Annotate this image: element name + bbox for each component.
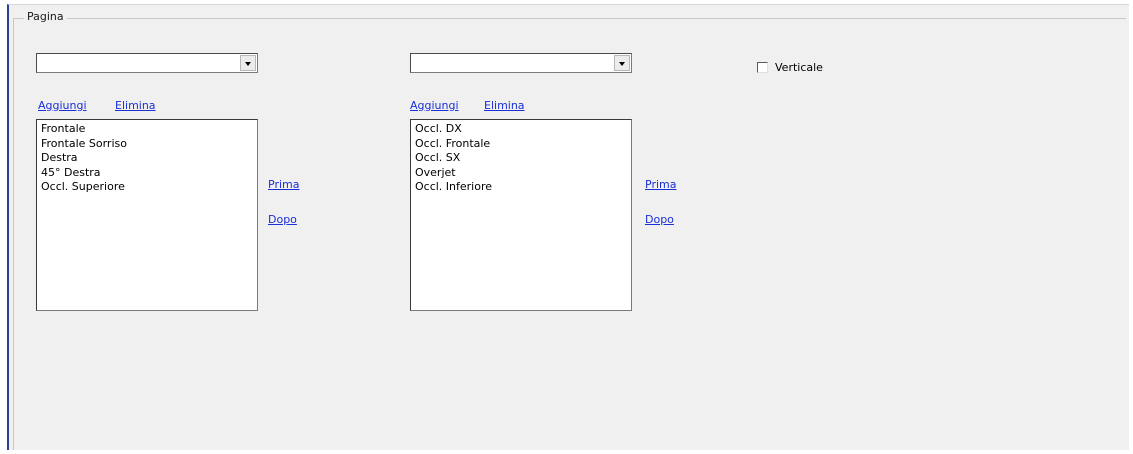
left-page-combo[interactable] [36,53,258,73]
right-add-link[interactable]: Aggiungi [410,99,459,112]
right-move-before-link[interactable]: Prima [645,178,676,191]
list-item[interactable]: 45° Destra [41,166,257,181]
vertical-checkbox[interactable] [757,62,768,73]
list-item[interactable]: Occl. Inferiore [415,180,631,195]
right-photo-list[interactable]: Occl. DX Occl. Frontale Occl. SX Overjet… [410,119,632,311]
list-item[interactable]: Occl. Frontale [415,137,631,152]
chevron-down-icon[interactable] [240,55,256,71]
right-page-combo[interactable] [410,53,632,73]
vertical-checkbox-label[interactable]: Verticale [775,61,823,74]
left-move-after-link[interactable]: Dopo [268,213,297,226]
list-item[interactable]: Occl. DX [415,122,631,137]
list-item[interactable]: Frontale Sorriso [41,137,257,152]
left-add-link[interactable]: Aggiungi [38,99,87,112]
list-item[interactable]: Frontale [41,122,257,137]
list-item[interactable]: Destra [41,151,257,166]
list-item[interactable]: Occl. SX [415,151,631,166]
left-move-before-link[interactable]: Prima [268,178,299,191]
left-delete-link[interactable]: Elimina [115,99,156,112]
right-delete-link[interactable]: Elimina [484,99,525,112]
chevron-down-icon[interactable] [614,55,630,71]
group-title: Pagina [24,10,67,24]
left-photo-list[interactable]: Frontale Frontale Sorriso Destra 45° Des… [36,119,258,311]
right-move-after-link[interactable]: Dopo [645,213,674,226]
list-item[interactable]: Overjet [415,166,631,181]
list-item[interactable]: Occl. Superiore [41,180,257,195]
